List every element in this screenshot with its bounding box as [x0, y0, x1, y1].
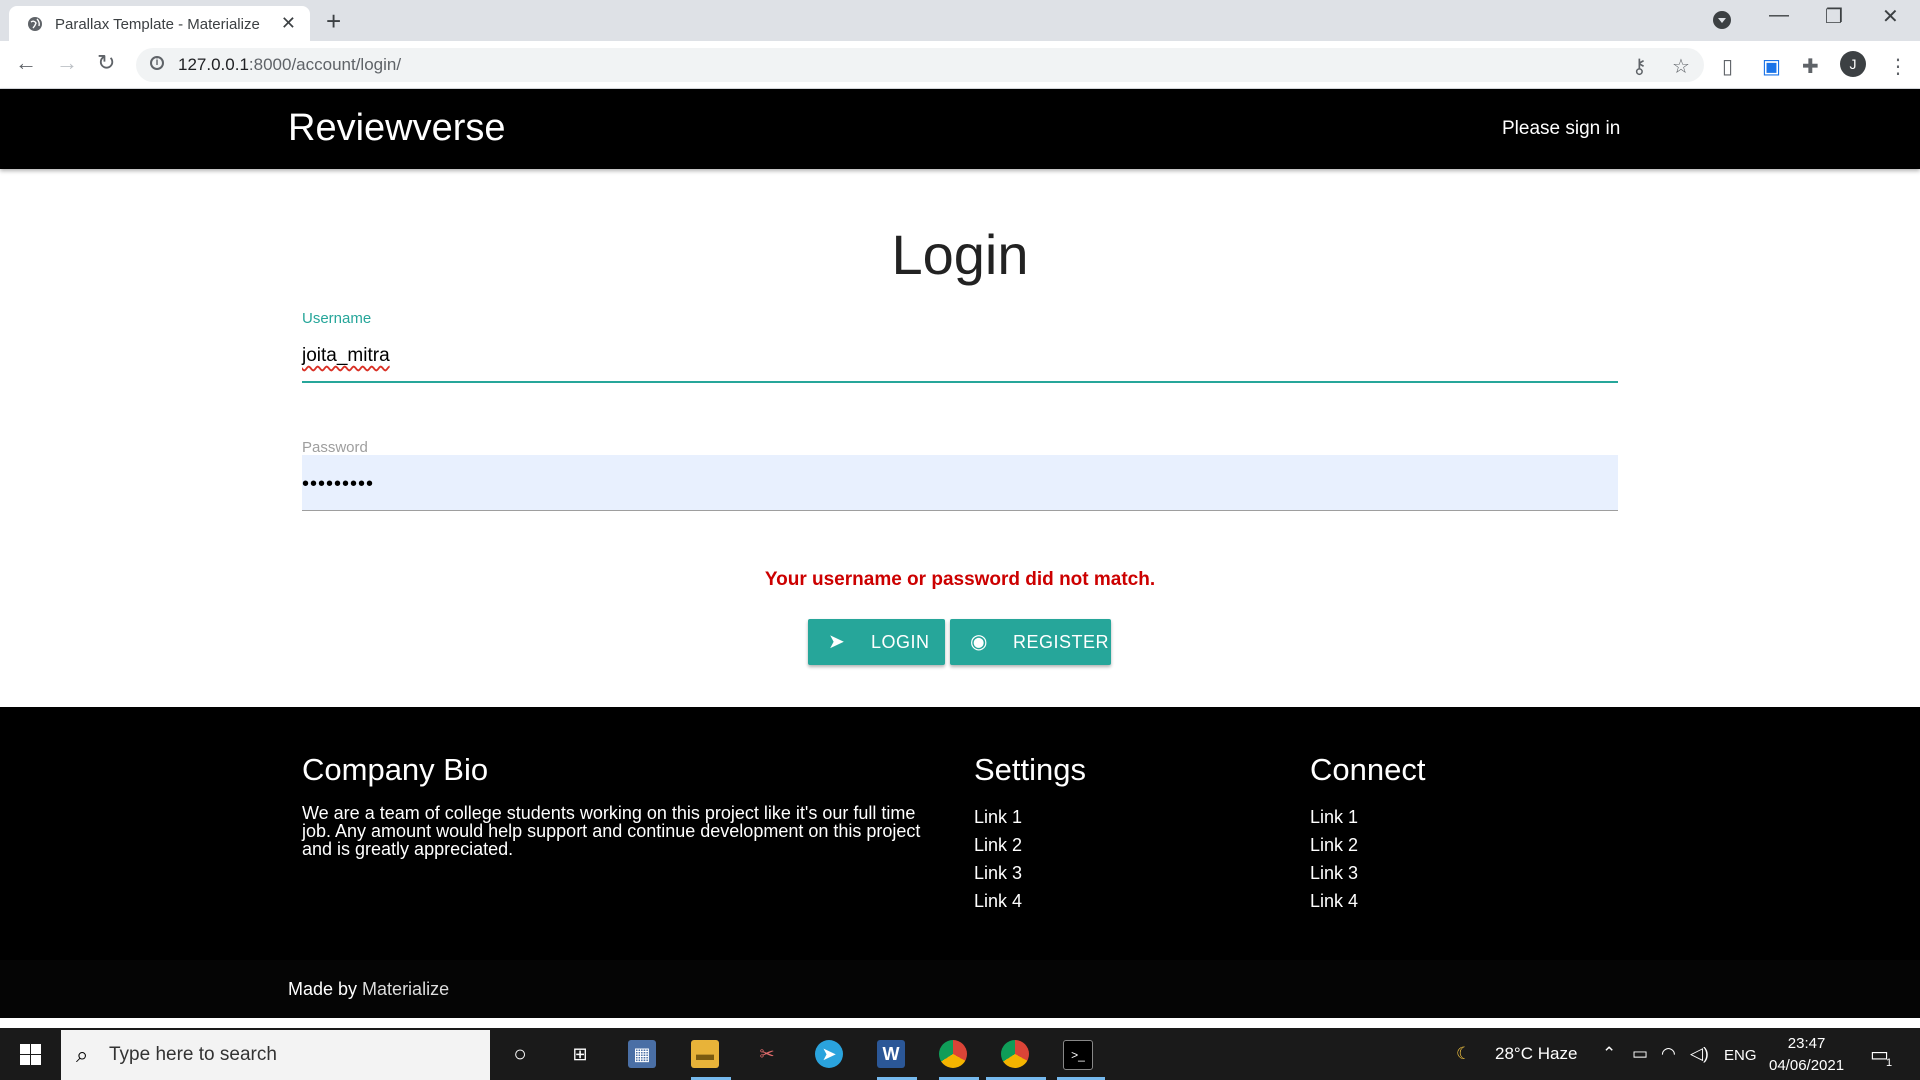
- show-hidden-icon[interactable]: ⌃: [1602, 1044, 1616, 1064]
- wifi-icon[interactable]: ◠: [1661, 1044, 1676, 1064]
- site-navbar: Reviewverse Please sign in: [0, 89, 1920, 169]
- tab-search-icon[interactable]: [1713, 11, 1731, 29]
- address-bar[interactable]: i 127.0.0.1:8000/account/login/ ⚷ ☆: [136, 48, 1704, 82]
- back-icon[interactable]: ←: [15, 50, 37, 76]
- register-button[interactable]: ◉ REGISTER: [950, 619, 1111, 665]
- settings-link[interactable]: Link 2: [974, 835, 1022, 863]
- extension-doc-icon[interactable]: ▯: [1722, 54, 1733, 79]
- extensions-puzzle-icon[interactable]: ✚: [1802, 54, 1819, 79]
- telegram-icon[interactable]: ➤: [815, 1040, 843, 1068]
- connect-heading: Connect: [1310, 752, 1426, 787]
- materialize-link[interactable]: Materialize: [362, 979, 449, 999]
- forward-icon[interactable]: →: [56, 50, 78, 76]
- search-placeholder: Type here to search: [109, 1044, 277, 1065]
- tab-close-icon[interactable]: ✕: [281, 13, 296, 34]
- chrome-active-icon[interactable]: [1001, 1040, 1029, 1068]
- profile-avatar[interactable]: J: [1840, 51, 1866, 77]
- battery-icon[interactable]: ▭: [1632, 1044, 1648, 1064]
- tab-title: Parallax Template - Materialize: [55, 16, 260, 33]
- connect-links: Link 1 Link 2 Link 3 Link 4: [1310, 807, 1358, 919]
- language-indicator[interactable]: ENG: [1724, 1047, 1757, 1064]
- sign-in-link[interactable]: Please sign in: [1502, 118, 1620, 140]
- notification-count: 1: [1886, 1057, 1893, 1069]
- word-icon[interactable]: W: [877, 1040, 905, 1068]
- settings-link[interactable]: Link 4: [974, 891, 1022, 919]
- username-label: Username: [302, 310, 372, 327]
- made-by-text: Made by Materialize: [288, 979, 450, 999]
- calculator-icon[interactable]: ▦: [628, 1040, 656, 1068]
- password-input[interactable]: •••••••••: [302, 455, 1618, 511]
- new-tab-icon[interactable]: +: [326, 6, 341, 37]
- browser-tabbar: Parallax Template - Materialize ✕ + — ❐ …: [0, 0, 1920, 41]
- star-icon[interactable]: ☆: [1672, 54, 1690, 79]
- send-icon: ➤: [828, 631, 845, 653]
- site-footer: Company Bio We are a team of college stu…: [0, 707, 1920, 1018]
- clock-time: 23:47: [1787, 1035, 1826, 1052]
- terminal-icon[interactable]: >_: [1063, 1040, 1093, 1070]
- reload-icon[interactable]: ↻: [97, 50, 115, 76]
- weather-text[interactable]: 28°C Haze: [1495, 1044, 1577, 1064]
- windows-start-icon[interactable]: [20, 1044, 41, 1065]
- brand-logo[interactable]: Reviewverse: [288, 107, 506, 150]
- taskbar-search[interactable]: ⌕ Type here to search: [61, 1030, 490, 1080]
- chrome-icon[interactable]: [939, 1040, 967, 1068]
- error-message: Your username or password did not match.: [764, 569, 1156, 590]
- username-input[interactable]: joita_mitra: [302, 341, 1618, 383]
- file-explorer-icon[interactable]: ▬: [691, 1040, 719, 1068]
- screen-capture-icon[interactable]: ▣: [1762, 54, 1781, 79]
- menu-kebab-icon[interactable]: ⋮: [1888, 54, 1908, 79]
- bio-heading: Company Bio: [302, 752, 489, 787]
- settings-link[interactable]: Link 3: [974, 863, 1022, 891]
- site-info-icon[interactable]: i: [150, 56, 164, 70]
- weather-icon[interactable]: ☾: [1456, 1044, 1471, 1064]
- clock-date: 04/06/2021: [1769, 1057, 1845, 1074]
- footer-copyright: Made by Materialize: [0, 960, 1920, 1018]
- restore-icon[interactable]: ❐: [1825, 4, 1843, 29]
- volume-icon[interactable]: ◁): [1690, 1044, 1709, 1064]
- task-view-icon[interactable]: ⊞: [566, 1040, 594, 1068]
- connect-link[interactable]: Link 1: [1310, 807, 1358, 835]
- settings-links: Link 1 Link 2 Link 3 Link 4: [974, 807, 1022, 919]
- browser-tab[interactable]: Parallax Template - Materialize ✕: [9, 6, 310, 41]
- search-icon: ⌕: [76, 1042, 89, 1067]
- browser-toolbar: ← → ↻ i 127.0.0.1:8000/account/login/ ⚷ …: [0, 41, 1920, 89]
- username-value: joita_mitra: [302, 345, 390, 366]
- globe-icon: [28, 17, 42, 31]
- connect-link[interactable]: Link 4: [1310, 891, 1358, 919]
- login-button[interactable]: ➤ LOGIN: [808, 619, 945, 665]
- settings-link[interactable]: Link 1: [974, 807, 1022, 835]
- cortana-icon[interactable]: ○: [506, 1040, 534, 1068]
- connect-link[interactable]: Link 3: [1310, 863, 1358, 891]
- snip-tool-icon[interactable]: ✂: [753, 1040, 781, 1068]
- minimize-icon[interactable]: —: [1769, 4, 1789, 27]
- page-title: Login: [891, 223, 1029, 286]
- account-circle-icon: ◉: [970, 631, 988, 653]
- window-close-icon[interactable]: ✕: [1882, 4, 1899, 29]
- connect-link[interactable]: Link 2: [1310, 835, 1358, 863]
- settings-heading: Settings: [974, 752, 1087, 787]
- clock[interactable]: 23:47 04/06/2021: [1769, 1033, 1844, 1077]
- password-label: Password: [302, 439, 368, 456]
- bio-text: We are a team of college students workin…: [302, 803, 921, 859]
- url-text[interactable]: 127.0.0.1:8000/account/login/: [178, 55, 401, 75]
- key-icon[interactable]: ⚷: [1632, 54, 1647, 79]
